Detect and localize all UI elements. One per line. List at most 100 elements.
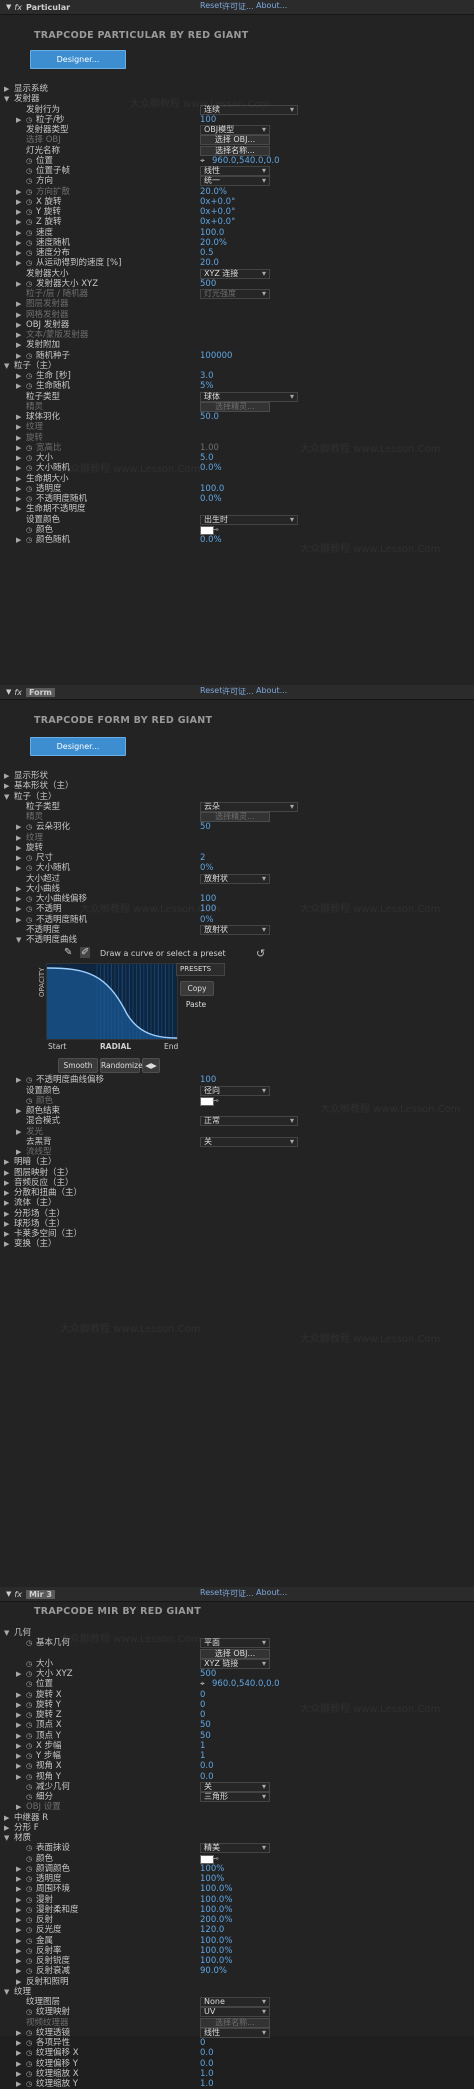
twirl-closed-icon[interactable]: ▶ (4, 1219, 12, 1229)
twirl-open-icon[interactable]: ▼ (4, 361, 12, 371)
undo-icon[interactable]: ↺ (256, 947, 265, 960)
stopwatch-icon[interactable]: ◷ (26, 279, 34, 289)
twirl-closed-icon[interactable]: ▶ (16, 1710, 24, 1720)
stopwatch-icon[interactable]: ◷ (26, 2069, 34, 2079)
stopwatch-icon[interactable]: ◷ (26, 1075, 34, 1085)
param-value[interactable]: 1.0 (200, 2069, 214, 2079)
twirl-closed-icon[interactable]: ▶ (16, 310, 24, 320)
twirl-open-icon[interactable]: ▼ (6, 1590, 11, 1598)
stopwatch-icon[interactable]: ◷ (26, 863, 34, 873)
twirl-closed-icon[interactable]: ▶ (16, 915, 24, 925)
twirl-closed-icon[interactable]: ▶ (4, 1229, 12, 1239)
param-value[interactable]: 960.0,540.0,0.0 (212, 1679, 280, 1689)
param-value[interactable]: 500 (200, 279, 216, 289)
stopwatch-icon[interactable]: ◷ (26, 1741, 34, 1751)
param-value[interactable]: 0 (200, 2038, 205, 2048)
param-value[interactable]: 2 (200, 853, 205, 863)
twirl-closed-icon[interactable]: ▶ (16, 1075, 24, 1085)
twirl-closed-icon[interactable]: ▶ (16, 853, 24, 863)
twirl-closed-icon[interactable]: ▶ (16, 822, 24, 832)
stopwatch-icon[interactable]: ◷ (26, 176, 34, 186)
param-dropdown[interactable]: XYZ 连接 (200, 268, 270, 279)
twirl-closed-icon[interactable]: ▶ (16, 863, 24, 873)
param-value[interactable]: 100.0% (200, 1936, 232, 1946)
twirl-closed-icon[interactable]: ▶ (16, 320, 24, 330)
param-value[interactable]: 0 (200, 1700, 205, 1710)
smooth-button[interactable]: Smooth (58, 1058, 98, 1074)
stopwatch-icon[interactable]: ◷ (26, 1690, 34, 1700)
param-dropdown[interactable]: None (200, 1997, 270, 2007)
opacity-curve-graph[interactable] (46, 963, 178, 1041)
stopwatch-icon[interactable]: ◷ (26, 2079, 34, 2089)
param-value[interactable]: 0.0 (200, 1772, 214, 1782)
twirl-closed-icon[interactable]: ▶ (16, 1802, 24, 1812)
stopwatch-icon[interactable]: ◷ (26, 258, 34, 268)
stopwatch-icon[interactable]: ◷ (26, 2048, 34, 2058)
twirl-closed-icon[interactable]: ▶ (16, 412, 24, 422)
twirl-closed-icon[interactable]: ▶ (16, 207, 24, 217)
param-value[interactable]: 5.0 (200, 453, 214, 463)
twirl-closed-icon[interactable]: ▶ (16, 2048, 24, 2058)
param-value[interactable]: 0.0 (200, 2059, 214, 2069)
param-value[interactable]: 100% (200, 1874, 224, 1884)
fx-icon[interactable]: fx (14, 688, 22, 697)
param-dropdown[interactable]: 径向 (200, 1085, 270, 1096)
twirl-closed-icon[interactable]: ▶ (16, 258, 24, 268)
twirl-closed-icon[interactable]: ▶ (16, 1884, 24, 1894)
eyedropper-icon[interactable]: ⊸ (212, 1096, 219, 1106)
param-dropdown[interactable]: 云朵 (200, 801, 298, 812)
twirl-closed-icon[interactable]: ▶ (16, 330, 24, 340)
param-value[interactable]: 0 (200, 1710, 205, 1720)
crosshair-icon[interactable]: ⌖ (200, 1679, 205, 1689)
designer-button[interactable]: Designer... (30, 737, 126, 756)
param-value[interactable]: 0.5 (200, 248, 214, 258)
param-dropdown[interactable]: OBJ模型 (200, 125, 270, 135)
param-value[interactable]: 100.0% (200, 1905, 232, 1915)
stopwatch-icon[interactable]: ◷ (26, 1772, 34, 1782)
stopwatch-icon[interactable]: ◷ (26, 2059, 34, 2069)
twirl-open-icon[interactable]: ▼ (6, 3, 11, 11)
twirl-closed-icon[interactable]: ▶ (16, 1874, 24, 1884)
twirl-closed-icon[interactable]: ▶ (16, 1864, 24, 1874)
twirl-closed-icon[interactable]: ▶ (16, 351, 24, 361)
stopwatch-icon[interactable]: ◷ (26, 2028, 34, 2038)
param-value[interactable]: 500 (200, 1669, 216, 1679)
twirl-closed-icon[interactable]: ▶ (4, 1209, 12, 1219)
twirl-closed-icon[interactable]: ▶ (16, 843, 24, 853)
twirl-closed-icon[interactable]: ▶ (16, 2038, 24, 2048)
param-value[interactable]: 0.0% (200, 535, 222, 545)
twirl-closed-icon[interactable]: ▶ (16, 299, 24, 309)
twirl-closed-icon[interactable]: ▶ (16, 371, 24, 381)
fx-toggle[interactable]: ▼ fx (6, 1590, 22, 1599)
twirl-closed-icon[interactable]: ▶ (4, 771, 12, 781)
param-value[interactable]: 0.0% (200, 463, 222, 473)
twirl-closed-icon[interactable]: ▶ (16, 1925, 24, 1935)
stopwatch-icon[interactable]: ◷ (26, 853, 34, 863)
twirl-closed-icon[interactable]: ▶ (16, 1966, 24, 1976)
stopwatch-icon[interactable]: ◷ (26, 207, 34, 217)
stopwatch-icon[interactable]: ◷ (26, 371, 34, 381)
twirl-open-icon[interactable]: ▼ (6, 688, 11, 696)
stopwatch-icon[interactable]: ◷ (26, 1843, 34, 1853)
twirl-closed-icon[interactable]: ▶ (16, 197, 24, 207)
twirl-closed-icon[interactable]: ▶ (16, 248, 24, 258)
stopwatch-icon[interactable]: ◷ (26, 1956, 34, 1966)
param-value[interactable]: 100 (200, 904, 216, 914)
param-dropdown[interactable]: 关 (200, 1136, 298, 1147)
param-dropdown[interactable]: 球体 (200, 391, 298, 402)
stopwatch-icon[interactable]: ◷ (26, 1659, 34, 1669)
param-value[interactable]: 1.0 (200, 2079, 214, 2089)
presets-dropdown[interactable]: PRESETS (176, 963, 225, 977)
param-button[interactable]: 选择 OBJ... (200, 135, 270, 146)
twirl-closed-icon[interactable]: ▶ (16, 433, 24, 443)
param-value[interactable]: 50.0 (200, 412, 219, 422)
twirl-closed-icon[interactable]: ▶ (16, 1731, 24, 1741)
param-value[interactable]: 50 (200, 1720, 211, 1730)
param-dropdown[interactable]: 灯光强度 (200, 289, 270, 299)
stopwatch-icon[interactable]: ◷ (26, 1731, 34, 1741)
twirl-closed-icon[interactable]: ▶ (16, 115, 24, 125)
twirl-closed-icon[interactable]: ▶ (16, 474, 24, 484)
twirl-closed-icon[interactable]: ▶ (16, 2069, 24, 2079)
param-value[interactable]: 1.00 (200, 443, 219, 453)
about-link[interactable]: About... (256, 686, 287, 695)
